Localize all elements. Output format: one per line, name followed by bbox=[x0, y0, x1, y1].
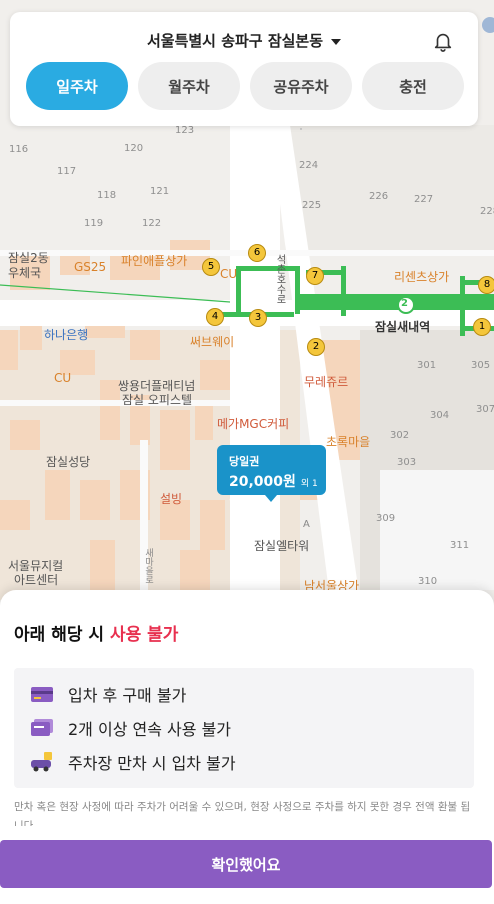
bell-icon[interactable] bbox=[432, 30, 454, 52]
refund-note: 만차 혹은 현장 사정에 따라 주차가 어려울 수 있으며, 현장 사정으로 주… bbox=[14, 801, 471, 826]
exit-3-marker: 3 bbox=[249, 309, 267, 327]
map-label-eltower: 잠실엘타워 bbox=[254, 539, 310, 553]
tab-daily-parking[interactable]: 일주차 bbox=[26, 62, 128, 110]
sheet-title: 아래 해당 시 사용 불가 bbox=[14, 625, 179, 645]
map-label-musical-2: 아트센터 bbox=[14, 573, 59, 587]
map-label-chorok: 초록마을 bbox=[326, 435, 371, 449]
credit-card-icon bbox=[31, 687, 53, 702]
map-label-gs25: GS25 bbox=[74, 260, 107, 274]
map-label-cu-left: CU bbox=[54, 371, 72, 385]
tab-charging[interactable]: 충전 bbox=[362, 62, 464, 110]
warning-item: 입차 후 구매 불가 bbox=[30, 682, 186, 706]
warning-item: 주차장 만차 시 입차 불가 bbox=[30, 750, 236, 774]
exit-5-marker: 5 bbox=[202, 258, 220, 276]
exit-1-marker: 1 bbox=[473, 318, 491, 336]
location-selector[interactable]: 서울특별시 송파구 잠실본동 bbox=[10, 30, 478, 51]
map-label-seokchon-road: 석촌호수로 bbox=[274, 254, 285, 304]
map-label-mure: 무레쥬르 bbox=[304, 375, 349, 389]
tab-monthly-parking[interactable]: 월주차 bbox=[138, 62, 240, 110]
location-label: 서울특별시 송파구 잠실본동 bbox=[146, 32, 324, 50]
map-label-subway: 써브웨이 bbox=[190, 335, 235, 349]
car-parking-icon bbox=[31, 752, 52, 772]
map-label-apt-a: A bbox=[303, 519, 310, 530]
warning-text: 2개 이상 연속 사용 불가 bbox=[68, 720, 232, 739]
tab-shared-parking[interactable]: 공유주차 bbox=[250, 62, 352, 110]
parking-price-tooltip[interactable]: 당일권 20,000원 외 1종 bbox=[217, 445, 326, 506]
map-label-road: 새마을로 bbox=[143, 548, 153, 584]
exit-4-marker: 4 bbox=[206, 308, 224, 326]
map-label-post-office: 우체국 bbox=[8, 266, 42, 280]
exit-8-marker: 8 bbox=[478, 276, 494, 294]
sheet-title-highlight: 사용 불가 bbox=[109, 625, 179, 645]
map-label-station: 잠실새내역 bbox=[375, 320, 431, 334]
map-label-ssangyong-2: 잠실 오피스텔 bbox=[122, 393, 193, 407]
warning-list: 입차 후 구매 불가 2개 이상 연속 사용 불가 주차장 만차 시 입차 불가 bbox=[14, 668, 474, 788]
map-label-seolbing: 설빙 bbox=[160, 492, 183, 506]
warning-item: 2개 이상 연속 사용 불가 bbox=[30, 716, 231, 740]
warning-text: 주차장 만차 시 입차 불가 bbox=[68, 754, 236, 773]
confirm-button[interactable]: 확인했어요 bbox=[0, 840, 492, 888]
tooltip-price: 20,000원 외 1종 bbox=[229, 474, 318, 506]
parking-type-tabs: 일주차 월주차 공유주차 충전 bbox=[26, 62, 464, 110]
map-label-cu-top: CU bbox=[220, 267, 238, 281]
exit-7-marker: 7 bbox=[306, 267, 324, 285]
warning-text: 입차 후 구매 불가 bbox=[68, 686, 187, 705]
map-label-pineapple: 파인애플상가 bbox=[121, 254, 188, 268]
map-label-risen: 리센츠상가 bbox=[394, 270, 450, 284]
exit-6-marker: 6 bbox=[248, 244, 266, 262]
chevron-down-icon bbox=[331, 38, 342, 45]
map-label-mega-coffee: 메가MGC커피 bbox=[217, 417, 290, 431]
map-label-seongdang: 잠실성당 bbox=[46, 455, 91, 469]
map-label-hana-bank: 하나은행 bbox=[44, 328, 89, 342]
ticket-icon bbox=[31, 719, 53, 736]
exit-2-marker: 2 bbox=[307, 338, 325, 356]
tooltip-ticket-type: 당일권 bbox=[229, 455, 260, 468]
search-header-card: 서울특별시 송파구 잠실본동 일주차 월주차 공유주차 충전 bbox=[10, 12, 478, 126]
line-2-marker: 2 bbox=[401, 298, 408, 309]
